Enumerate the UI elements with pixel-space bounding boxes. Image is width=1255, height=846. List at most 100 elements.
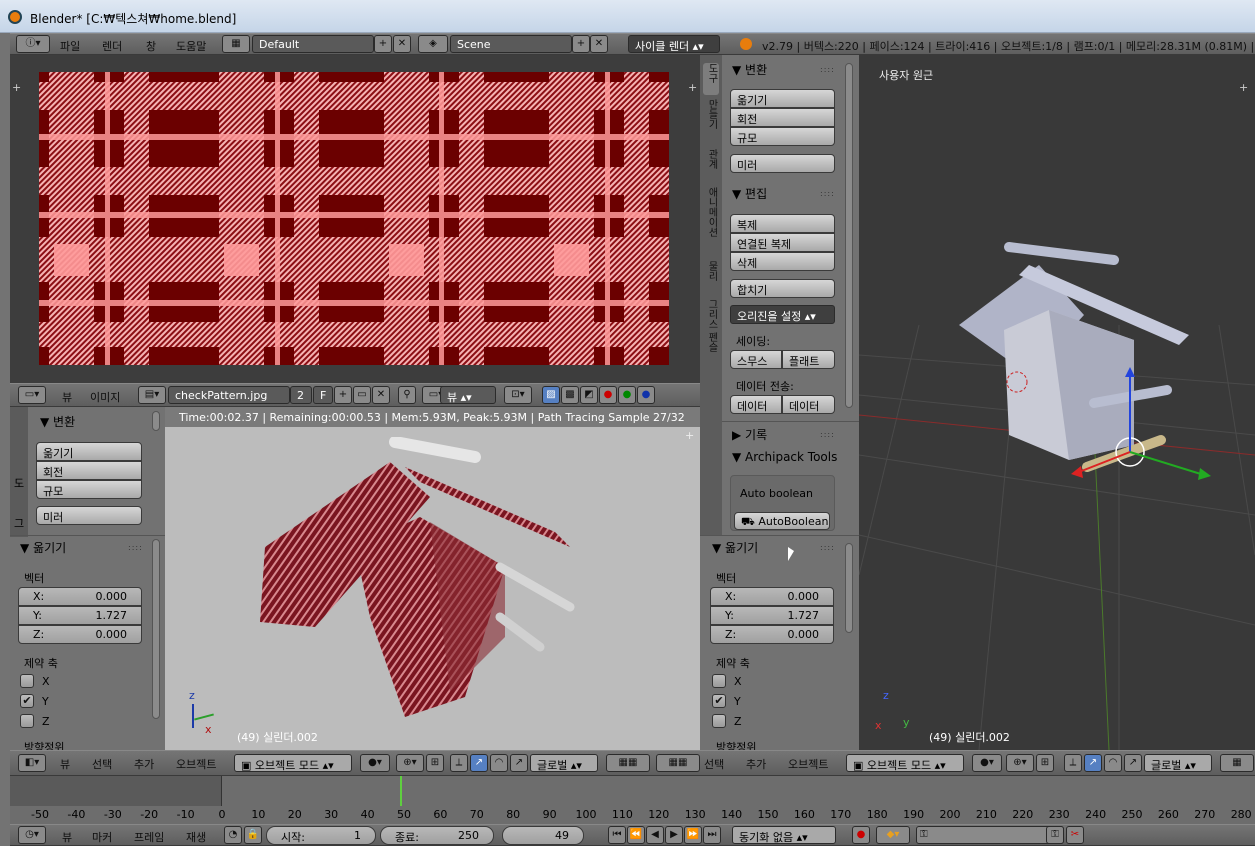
add-screen-button[interactable]: + bbox=[374, 35, 392, 53]
manipulator-axes-icon-right[interactable]: ⟂ bbox=[1064, 754, 1082, 772]
mirror-button[interactable]: 미러 bbox=[730, 154, 835, 173]
draw-rgba-icon[interactable]: ▨ bbox=[542, 386, 560, 404]
left-toolshelf-scrollbar[interactable] bbox=[152, 411, 160, 431]
right-constraint-x-checkbox[interactable] bbox=[712, 674, 726, 688]
menu-help[interactable]: 도움말 bbox=[176, 38, 206, 54]
image-name-field[interactable]: checkPattern.jpg bbox=[168, 386, 290, 404]
archipack-panel-title[interactable]: ▼ Archipack Tools bbox=[732, 450, 837, 464]
right-z-field[interactable]: Z: 0.000 bbox=[710, 625, 834, 644]
edit-grip-icon[interactable]: :::: bbox=[820, 189, 835, 198]
menu-frame[interactable]: 프레임 bbox=[134, 829, 164, 845]
pin-icon[interactable]: ⚲ bbox=[398, 386, 416, 404]
left-op-title[interactable]: ▼ 옮기기 bbox=[20, 539, 66, 556]
orientation-dropdown[interactable]: 글로벌 ▴▾ bbox=[530, 754, 598, 772]
tab-animation[interactable]: 애니메이션 bbox=[703, 187, 719, 257]
menu-playback[interactable]: 재생 bbox=[186, 829, 206, 845]
history-panel-title[interactable]: ▶ 기록 bbox=[732, 426, 767, 443]
play-icon[interactable]: ▶ bbox=[665, 826, 683, 844]
right-op-title[interactable]: ▼ 옮기기 bbox=[712, 539, 758, 556]
screen-name-field[interactable]: Default bbox=[252, 35, 374, 53]
draw-zbuffer-icon[interactable]: ◩ bbox=[580, 386, 598, 404]
data-transfer-button[interactable]: 데이터 bbox=[730, 395, 782, 414]
left-op-scrollbar[interactable] bbox=[152, 539, 160, 719]
expand-right-plus-icon[interactable]: + bbox=[688, 81, 697, 94]
edit-panel-title[interactable]: ▼ 편집 bbox=[732, 185, 767, 202]
jump-start-icon[interactable]: ⏮ bbox=[608, 826, 626, 844]
new-image-button[interactable]: + bbox=[334, 386, 352, 404]
delete-screen-button[interactable]: ✕ bbox=[393, 35, 411, 53]
left-mirror-button[interactable]: 미러 bbox=[36, 506, 142, 525]
blue-channel-icon[interactable]: ● bbox=[637, 386, 655, 404]
menu-add-3d[interactable]: 추가 bbox=[134, 756, 154, 772]
open-image-button[interactable]: ▭ bbox=[353, 386, 371, 404]
clock-icon[interactable]: ◔ bbox=[224, 826, 242, 844]
left-x-field[interactable]: X: 0.000 bbox=[18, 587, 142, 606]
menu-render[interactable]: 렌더 bbox=[102, 38, 122, 54]
keying-set-field[interactable]: ⚿ bbox=[916, 826, 1064, 844]
menu-object-3d-right[interactable]: 오브젝트 bbox=[788, 756, 828, 772]
image-users-count[interactable]: 2 bbox=[290, 386, 312, 404]
right-x-field[interactable]: X: 0.000 bbox=[710, 587, 834, 606]
jump-keyframe-back-icon[interactable]: ⏪ bbox=[627, 826, 645, 844]
left-constraint-x-checkbox[interactable] bbox=[20, 674, 34, 688]
right-op-grip-icon[interactable]: :::: bbox=[820, 543, 835, 552]
delete-scene-button[interactable]: ✕ bbox=[590, 35, 608, 53]
tool-shelf-scrollbar[interactable] bbox=[845, 63, 853, 408]
view-mode-dropdown[interactable]: 뷰 ▴▾ bbox=[440, 386, 496, 404]
scale-manipulator-icon-right[interactable]: ↗ bbox=[1124, 754, 1142, 772]
left-rotate-button[interactable]: 회전 bbox=[36, 461, 142, 480]
start-frame-field[interactable]: 시작: 1 bbox=[266, 826, 376, 845]
lock-icon[interactable]: 🔒 bbox=[244, 826, 262, 844]
manipulator-axes-icon[interactable]: ⟂ bbox=[450, 754, 468, 772]
right-op-scrollbar[interactable] bbox=[845, 543, 853, 633]
jump-end-icon[interactable]: ⏭ bbox=[703, 826, 721, 844]
left-z-field[interactable]: Z: 0.000 bbox=[18, 625, 142, 644]
panel-grip-icon[interactable]: :::: bbox=[128, 543, 143, 552]
transform-grip-icon[interactable]: :::: bbox=[820, 65, 835, 74]
scene-name-field[interactable]: Scene bbox=[450, 35, 572, 53]
orientation-dropdown-right[interactable]: 글로벌 ▴▾ bbox=[1144, 754, 1212, 772]
transform-panel-title[interactable]: ▼ 변환 bbox=[732, 61, 767, 78]
timeline-editor-type-button[interactable]: ◷▾ bbox=[18, 826, 46, 844]
scale-manipulator-icon[interactable]: ↗ bbox=[510, 754, 528, 772]
tab-grease-pencil[interactable]: 그리스 펜슬 bbox=[703, 299, 719, 369]
sync-mode-dropdown[interactable]: 동기화 없음 ▴▾ bbox=[732, 826, 836, 844]
mode-dropdown-right[interactable]: ▣ 오브젝트 모드 ▴▾ bbox=[846, 754, 964, 772]
scene-icon[interactable]: ◈ bbox=[418, 35, 448, 53]
shading-mode-icon[interactable]: ●▾ bbox=[360, 754, 390, 772]
green-channel-icon[interactable]: ● bbox=[618, 386, 636, 404]
translate-manipulator-icon-right[interactable]: ↗ bbox=[1084, 754, 1102, 772]
delete-button[interactable]: 삭제 bbox=[730, 252, 835, 271]
right-constraint-z-checkbox[interactable] bbox=[712, 714, 726, 728]
left-transform-panel-title[interactable]: ▼ 변환 bbox=[40, 413, 75, 430]
3d-viewport[interactable]: 사용자 원근 z y x (49) 실린더.002 + bbox=[859, 55, 1255, 750]
left-tab-tools[interactable]: 도 bbox=[14, 475, 24, 491]
expand-left-plus-icon[interactable]: + bbox=[12, 81, 21, 94]
jump-keyframe-forward-icon[interactable]: ⏩ bbox=[684, 826, 702, 844]
rendered-viewport[interactable]: Time:00:02.37 | Remaining:00:00.53 | Mem… bbox=[165, 407, 700, 750]
menu-window[interactable]: 창 bbox=[146, 38, 156, 54]
pivot-icon[interactable]: ⊕▾ bbox=[396, 754, 424, 772]
menu-select-3d[interactable]: 선택 bbox=[92, 756, 112, 772]
zoom-icon[interactable]: ⊡▾ bbox=[504, 386, 532, 404]
duplicate-button[interactable]: 복제 bbox=[730, 214, 835, 233]
left-tab-grease[interactable]: 그 bbox=[14, 515, 24, 531]
mode-dropdown[interactable]: ▣ 오브젝트 모드 ▴▾ bbox=[234, 754, 352, 772]
menu-view-timeline[interactable]: 뷰 bbox=[62, 829, 72, 845]
history-grip-icon[interactable]: :::: bbox=[820, 430, 835, 439]
menu-file[interactable]: 파일 bbox=[60, 38, 80, 54]
join-button[interactable]: 합치기 bbox=[730, 279, 835, 298]
menu-add-3d-right[interactable]: 추가 bbox=[746, 756, 766, 772]
add-scene-button[interactable]: + bbox=[572, 35, 590, 53]
left-y-field[interactable]: Y: 1.727 bbox=[18, 606, 142, 625]
shading-mode-icon-right[interactable]: ●▾ bbox=[972, 754, 1002, 772]
right-constraint-y-checkbox[interactable]: ✔ bbox=[712, 694, 726, 708]
menu-marker[interactable]: 마커 bbox=[92, 829, 112, 845]
red-channel-icon[interactable]: ● bbox=[599, 386, 617, 404]
left-constraint-z-checkbox[interactable] bbox=[20, 714, 34, 728]
viewport-properties-plus-icon[interactable]: + bbox=[1239, 81, 1248, 94]
delete-keyframe-icon[interactable]: ✂ bbox=[1066, 826, 1084, 844]
layers-grid-far-right[interactable]: ▦ bbox=[1220, 754, 1254, 772]
translate-button[interactable]: 옮기기 bbox=[730, 89, 835, 108]
translate-manipulator-icon[interactable]: ↗ bbox=[470, 754, 488, 772]
